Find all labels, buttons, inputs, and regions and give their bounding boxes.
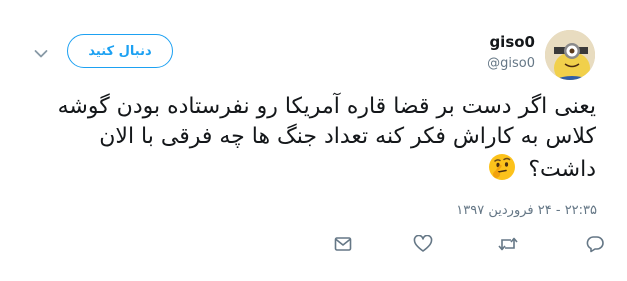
reply-icon[interactable] [583,232,607,256]
display-name[interactable]: giso0 [489,33,535,51]
thinking-face-icon [487,152,517,182]
follow-button[interactable]: دنبال کنید [67,34,173,68]
retweet-icon[interactable] [496,232,520,256]
tweet-body: یعنی اگر دست بر قضا قاره آمریکا رو نفرست… [26,92,596,185]
chevron-down-icon[interactable] [34,44,48,58]
user-handle[interactable]: @giso0 [487,56,535,71]
tweet-timestamp[interactable]: ۲۲:۳۵ - ۲۴ فروردین ۱۳۹۷ [456,203,597,218]
message-icon[interactable] [331,232,355,256]
follow-button-label: دنبال کنید [88,43,152,59]
like-icon[interactable] [411,232,435,256]
minion-avatar-icon[interactable] [545,30,595,80]
